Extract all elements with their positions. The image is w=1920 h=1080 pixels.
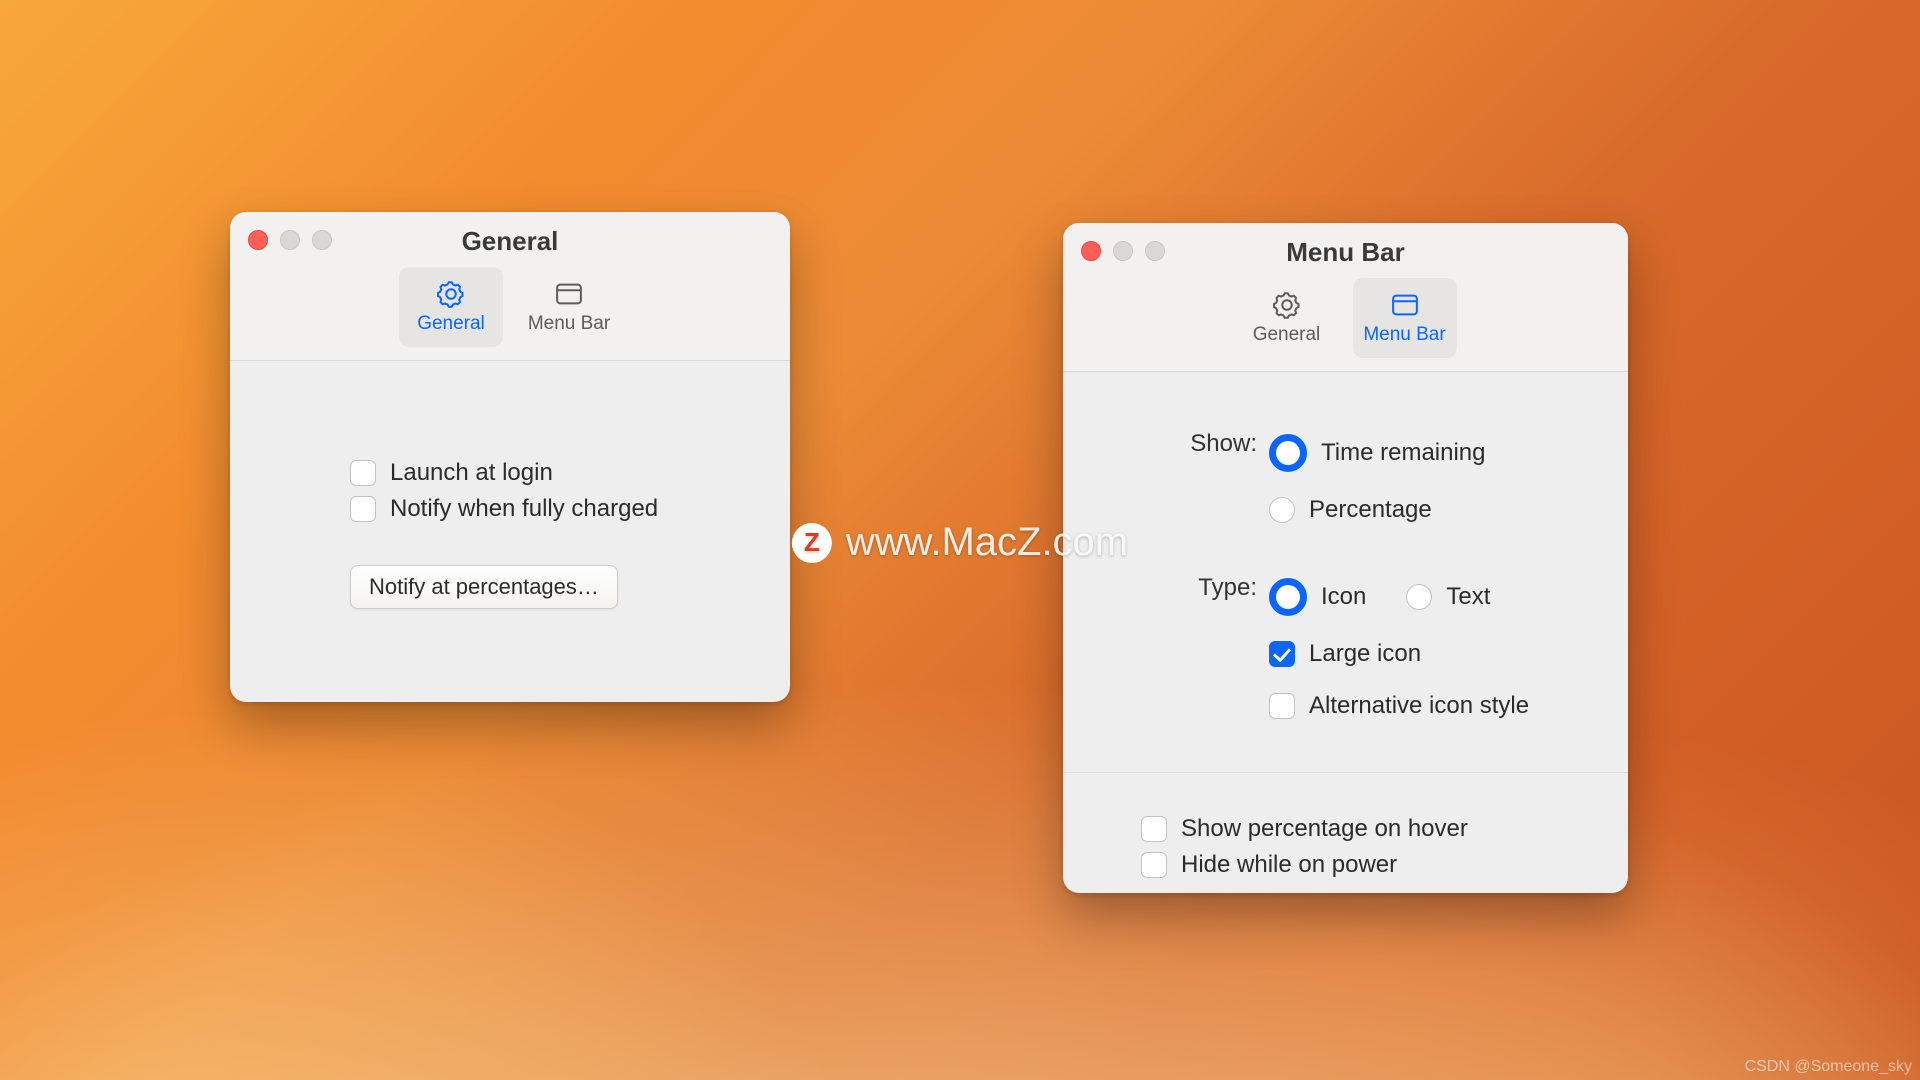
- window-general: General General Menu Bar Launch at login: [230, 212, 790, 702]
- traffic-lights: [1081, 241, 1165, 261]
- tab-general-label: General: [1253, 324, 1321, 346]
- watermark-text: www.MacZ.com: [846, 520, 1128, 565]
- radio-label: Percentage: [1309, 496, 1432, 524]
- window-menubar: Menu Bar General Menu Bar Show:: [1063, 223, 1628, 893]
- preference-tabs: General Menu Bar: [230, 267, 790, 347]
- checkbox[interactable]: [1141, 816, 1167, 842]
- menubar-icon: [1387, 290, 1423, 320]
- watermark: Z www.MacZ.com: [792, 520, 1128, 565]
- radio-label: Icon: [1321, 583, 1366, 611]
- tab-menubar-label: Menu Bar: [528, 313, 610, 335]
- tab-general[interactable]: General: [399, 267, 503, 347]
- radio-label: Time remaining: [1321, 439, 1486, 467]
- option-label: Large icon: [1309, 640, 1421, 668]
- tab-menubar[interactable]: Menu Bar: [517, 267, 621, 347]
- type-label: Type:: [1107, 570, 1269, 728]
- gear-icon: [1269, 290, 1305, 320]
- option-type-text[interactable]: Text: [1406, 578, 1490, 616]
- tab-menubar-label: Menu Bar: [1363, 324, 1445, 346]
- option-label: Hide while on power: [1181, 851, 1397, 879]
- show-row: Show: Time remaining Percentage: [1107, 426, 1598, 532]
- close-icon[interactable]: [1081, 241, 1101, 261]
- credit-text: CSDN @Someone_sky: [1745, 1058, 1912, 1076]
- radio[interactable]: [1269, 497, 1295, 523]
- option-label: Alternative icon style: [1309, 692, 1529, 720]
- radio[interactable]: [1269, 578, 1307, 616]
- checkbox[interactable]: [350, 496, 376, 522]
- watermark-logo: Z: [792, 523, 832, 563]
- radio[interactable]: [1269, 434, 1307, 472]
- radio[interactable]: [1406, 584, 1432, 610]
- option-hide-on-power[interactable]: Hide while on power: [1141, 851, 1598, 879]
- minimize-icon[interactable]: [280, 230, 300, 250]
- radio-label: Text: [1446, 583, 1490, 611]
- option-large-icon[interactable]: Large icon: [1269, 640, 1598, 668]
- option-label: Show percentage on hover: [1181, 815, 1468, 843]
- titlebar: Menu Bar General Menu Bar: [1063, 223, 1628, 372]
- type-row: Type: Icon Text: [1107, 570, 1598, 728]
- titlebar: General General Menu Bar: [230, 212, 790, 361]
- checkbox[interactable]: [1269, 641, 1295, 667]
- option-label: Launch at login: [390, 459, 553, 487]
- window-body: Show: Time remaining Percentage: [1063, 372, 1628, 893]
- show-label: Show:: [1107, 426, 1269, 532]
- option-time-remaining[interactable]: Time remaining: [1269, 434, 1598, 472]
- notify-percentages-button[interactable]: Notify at percentages…: [350, 565, 618, 609]
- option-show-percentage-hover[interactable]: Show percentage on hover: [1141, 815, 1598, 843]
- gear-icon: [433, 279, 469, 309]
- option-notify-fully-charged[interactable]: Notify when fully charged: [350, 495, 760, 523]
- option-alt-icon-style[interactable]: Alternative icon style: [1269, 692, 1598, 720]
- option-percentage[interactable]: Percentage: [1269, 496, 1598, 524]
- tab-general[interactable]: General: [1235, 278, 1339, 358]
- checkbox[interactable]: [1141, 852, 1167, 878]
- close-icon[interactable]: [248, 230, 268, 250]
- tab-general-label: General: [417, 313, 485, 335]
- menubar-icon: [551, 279, 587, 309]
- window-body: Launch at login Notify when fully charge…: [230, 361, 790, 639]
- checkbox[interactable]: [1269, 693, 1295, 719]
- checkbox[interactable]: [350, 460, 376, 486]
- zoom-icon[interactable]: [1145, 241, 1165, 261]
- preference-tabs: General Menu Bar: [1063, 278, 1628, 358]
- option-type-icon[interactable]: Icon: [1269, 578, 1366, 616]
- option-label: Notify when fully charged: [390, 495, 658, 523]
- option-launch-at-login[interactable]: Launch at login: [350, 459, 760, 487]
- tab-menubar[interactable]: Menu Bar: [1353, 278, 1457, 358]
- traffic-lights: [248, 230, 332, 250]
- minimize-icon[interactable]: [1113, 241, 1133, 261]
- desktop: General General Menu Bar Launch at login: [0, 0, 1920, 1080]
- zoom-icon[interactable]: [312, 230, 332, 250]
